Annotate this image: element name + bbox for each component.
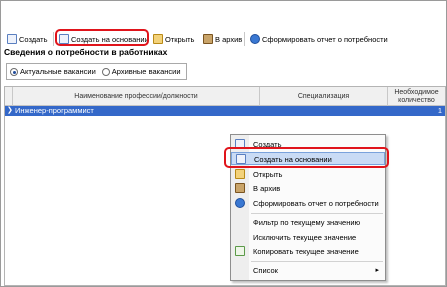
- archive-vacancies-label: Архивные вакансии: [111, 67, 181, 76]
- open-button-label: Открыть: [165, 34, 195, 44]
- menu-item-label: Копировать текущее значение: [253, 247, 359, 256]
- menu-highlight-box: [224, 147, 389, 168]
- archive-icon: [235, 183, 245, 193]
- archive-button-label: В архив: [215, 34, 243, 44]
- table-header: Наименование профессии/должности Специал…: [5, 87, 445, 106]
- menu-item-list[interactable]: Список ▸: [231, 264, 385, 277]
- menu-item-label: В архив: [253, 184, 281, 193]
- menu-item-report[interactable]: Сформировать отчет о потребности: [231, 197, 385, 210]
- column-header-name[interactable]: Наименование профессии/должности: [13, 87, 260, 106]
- page-title: Сведения о потребности в работниках: [4, 47, 168, 57]
- menu-item-filter-current[interactable]: Фильтр по текущему значению: [231, 216, 385, 229]
- open-button[interactable]: Открыть: [153, 32, 194, 46]
- archive-button[interactable]: В архив: [203, 32, 242, 46]
- create-button[interactable]: Создать: [7, 32, 48, 46]
- menu-item-label: Сформировать отчет о потребности: [253, 199, 379, 208]
- column-header-quantity[interactable]: Необходимое количество: [388, 87, 445, 106]
- column-header-specialization[interactable]: Специализация: [260, 87, 388, 106]
- menu-item-label: Фильтр по текущему значению: [253, 218, 361, 227]
- radio-empty-icon: [101, 67, 110, 76]
- submenu-arrow-icon: ▸: [375, 267, 379, 274]
- menu-item-label: Исключить текущее значение: [253, 233, 357, 242]
- menu-item-archive[interactable]: В архив: [231, 182, 385, 195]
- menu-item-exclude-current[interactable]: Исключить текущее значение: [231, 231, 385, 244]
- current-row-arrow-icon: ❯: [7, 107, 13, 114]
- copy-icon: [235, 246, 245, 256]
- toolbar-separator: [53, 32, 54, 46]
- radio-selected-icon: [10, 67, 18, 76]
- report-button[interactable]: Сформировать отчет о потребности: [250, 32, 388, 46]
- active-vacancies-label: Актуальные вакансии: [20, 67, 96, 76]
- menu-item-copy-current[interactable]: Копировать текущее значение: [231, 245, 385, 258]
- open-folder-icon: [153, 34, 163, 44]
- report-button-label: Сформировать отчет о потребности: [262, 34, 388, 44]
- archive-icon: [203, 34, 213, 44]
- menu-item-label: Открыть: [253, 170, 283, 179]
- report-icon: [250, 34, 260, 44]
- report-icon: [235, 198, 245, 208]
- archive-vacancies-radio[interactable]: Архивные вакансии: [101, 67, 181, 76]
- table-row[interactable]: ❯ Инженер-программист 1: [5, 106, 445, 116]
- create-button-label: Создать: [19, 34, 48, 44]
- menu-item-open[interactable]: Открыть: [231, 168, 385, 181]
- active-vacancies-radio[interactable]: Актуальные вакансии: [10, 67, 96, 76]
- toolbar-separator: [244, 32, 245, 46]
- open-folder-icon: [235, 169, 245, 179]
- window: Создать Создать на основании Открыть В а…: [0, 0, 447, 287]
- cell-profession[interactable]: Инженер-программист: [15, 106, 94, 115]
- vacancy-filter: Актуальные вакансии Архивные вакансии: [6, 63, 187, 80]
- new-document-icon: [7, 34, 17, 44]
- toolbar-highlight-box: [55, 29, 149, 46]
- cell-quantity[interactable]: 1: [438, 106, 442, 115]
- row-marker-header: [5, 87, 13, 106]
- menu-separator: [251, 261, 383, 262]
- menu-item-label: Список: [253, 266, 278, 275]
- menu-separator: [251, 213, 383, 214]
